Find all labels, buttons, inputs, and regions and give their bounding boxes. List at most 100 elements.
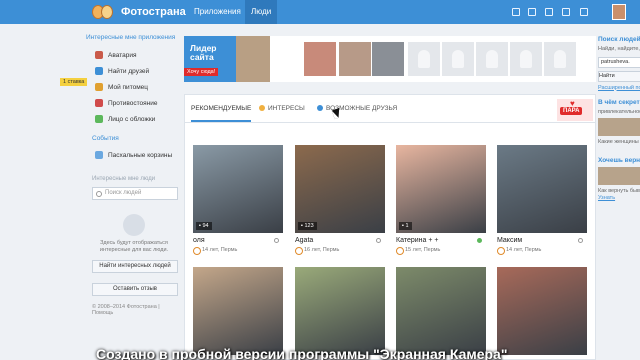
photo-count: 94 [196, 222, 212, 230]
profile-photo[interactable]: 123 [295, 145, 385, 233]
promo-image[interactable] [598, 118, 640, 136]
profile-card[interactable]: 1 Катерина + + 15 лет, Пермь [396, 145, 486, 255]
sidebar-app-item[interactable]: Мой питомец [86, 79, 182, 95]
profile-name[interactable]: Agata [295, 237, 385, 244]
photo-count: 1 [399, 222, 412, 230]
profile-card[interactable]: 94 оля 14 лет, Пермь [193, 145, 283, 255]
empty-slot[interactable] [510, 42, 542, 76]
sidebar-app-app-icon [95, 51, 103, 59]
secret-text: привлекательности [598, 108, 640, 115]
sidebar-app-item-label: Найти друзей [108, 67, 150, 75]
profile-name[interactable]: Катерина + + [396, 237, 486, 244]
logo-text: Фотострана [121, 6, 186, 18]
friends-tab-icon [317, 105, 323, 111]
top-bar: Фотострана Приложения Люди [0, 0, 640, 24]
empty-slot[interactable] [544, 42, 576, 76]
leader-thumb[interactable] [339, 42, 371, 76]
profile-photo[interactable] [396, 267, 486, 355]
empty-slot[interactable] [476, 42, 508, 76]
friends-icon[interactable] [562, 8, 570, 16]
para-label: ПАРА [560, 107, 583, 115]
leader-bid: 1 ставка [60, 78, 88, 86]
tab-possible-friends[interactable]: ВОЗМОЖНЫЕ ДРУЗЬЯ [317, 105, 397, 112]
watermark-caption: Создано в пробной версии программы "Экра… [96, 346, 508, 360]
news-icon[interactable] [512, 8, 520, 16]
online-status-icon [578, 238, 583, 243]
sidebar-event-app-icon [95, 151, 103, 159]
user-avatar[interactable] [612, 4, 626, 20]
leader-thumb[interactable] [372, 42, 404, 76]
profile-name[interactable]: Максим [497, 237, 587, 244]
copyright: © 2008–2014 Фотострана | Помощь [92, 304, 160, 316]
profile-photo[interactable] [193, 267, 283, 355]
profile-name-text: Катерина + + [396, 237, 439, 244]
find-people-button[interactable]: Найти интересных людей [92, 260, 178, 273]
empty-slot[interactable] [408, 42, 440, 76]
sidebar-app-item-label: Мой питомец [108, 83, 149, 91]
tab-interests[interactable]: ИНТЕРЕСЫ [259, 105, 305, 112]
sidebar-app-item[interactable]: Найти друзей [86, 63, 182, 79]
tabs: РЕКОМЕНДУЕМЫЕ ИНТЕРЕСЫ ВОЗМОЖНЫЕ ДРУЗЬЯ … [185, 95, 595, 123]
profile-name-text: Agata [295, 237, 314, 244]
profile-card[interactable] [295, 267, 385, 355]
profile-card[interactable] [497, 267, 587, 355]
profile-photo[interactable] [295, 267, 385, 355]
nav-people[interactable]: Люди [245, 0, 278, 24]
logo-faces-icon [92, 3, 118, 21]
photo-count: 123 [298, 222, 317, 230]
sidebar-event-item[interactable]: Пасхальные корзины [86, 147, 182, 163]
profile-card[interactable]: 123 Agata 16 лет, Пермь [295, 145, 385, 255]
sidebar-app-item-label: Лицо с обложки [108, 115, 156, 123]
secret-heading[interactable]: В чём секрет [598, 99, 640, 106]
apps-heading: Интересные мне приложения [86, 34, 176, 41]
profile-name[interactable]: оля [193, 237, 283, 244]
sidebar-app-app-icon [95, 115, 103, 123]
leader-photo[interactable] [236, 36, 270, 82]
want-here-button[interactable]: Хочу сюда! [184, 68, 219, 76]
nav-apps[interactable]: Приложения [188, 0, 247, 24]
profile-card[interactable] [193, 267, 283, 355]
sidebar-app-item[interactable]: Лицо с обложки [86, 111, 182, 127]
tab-recommended[interactable]: РЕКОМЕНДУЕМЫЕ [191, 105, 252, 122]
search-text: Найди, найдите, найди друзей, коллег [598, 46, 640, 52]
want-heading[interactable]: Хочешь вернуть [598, 157, 640, 164]
profile-photo[interactable] [497, 145, 587, 233]
extended-search-link[interactable]: Расширенный поиск [598, 85, 640, 91]
online-status-icon [274, 238, 279, 243]
logo[interactable]: Фотострана [92, 3, 186, 21]
sidebar-app-item[interactable]: Противостояние [86, 95, 182, 111]
people-search-input[interactable]: Поиск людей [92, 187, 178, 200]
sidebar-app-item-label: Противостояние [108, 99, 158, 107]
people-heading: Интересные мне люди [92, 176, 156, 182]
promo-image-2[interactable] [598, 166, 640, 185]
messages-icon[interactable] [545, 8, 553, 16]
profile-info: 15 лет, Пермь [396, 247, 486, 255]
main-panel: РЕКОМЕНДУЕМЫЕ ИНТЕРЕСЫ ВОЗМОЖНЫЕ ДРУЗЬЯ … [184, 94, 596, 360]
leave-review-button[interactable]: Оставить отзыв [92, 283, 178, 296]
profile-info: 16 лет, Пермь [295, 247, 385, 255]
online-status-icon [477, 238, 482, 243]
leaders-strip: Лидер сайта Хочу сюда! [184, 36, 596, 82]
sidebar-app-app-icon [95, 67, 103, 75]
want-link[interactable]: Узнать [598, 195, 640, 201]
profile-photo[interactable]: 1 [396, 145, 486, 233]
calendar-icon[interactable] [528, 8, 536, 16]
profile-photo[interactable] [497, 267, 587, 355]
para-banner[interactable]: ♥ ПАРА [557, 99, 593, 121]
events-heading: События [92, 135, 119, 142]
profile-info: 14 лет, Пермь [193, 247, 283, 255]
search-name-input[interactable]: patrusheva. [598, 56, 640, 68]
profile-photo[interactable]: 94 [193, 145, 283, 233]
online-status-icon [376, 238, 381, 243]
settings-icon[interactable] [580, 8, 588, 16]
profile-card[interactable] [396, 267, 486, 355]
sidebar-app-item[interactable]: Аватария [86, 47, 182, 63]
search-heading: Поиск людей [598, 36, 640, 43]
search-button[interactable]: Найти [598, 70, 640, 82]
empty-slot[interactable] [442, 42, 474, 76]
profile-card[interactable]: Максим 14 лет, Пермь [497, 145, 587, 255]
sidebar: Интересные мне приложения Аватария Найти … [86, 34, 182, 316]
leader-thumb[interactable] [304, 42, 336, 76]
sidebar-event-item-label: Пасхальные корзины [108, 151, 173, 159]
tab-interests-label: ИНТЕРЕСЫ [268, 105, 305, 112]
